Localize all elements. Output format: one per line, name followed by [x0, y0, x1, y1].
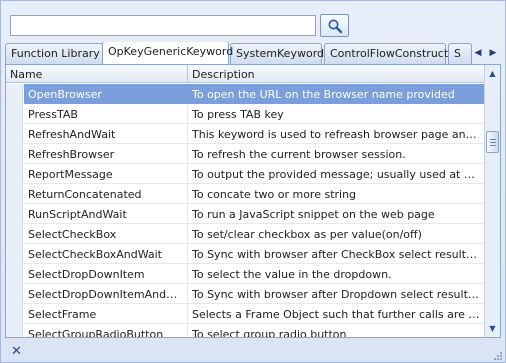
row-indicator	[6, 104, 23, 124]
row-indicator	[6, 204, 23, 224]
cell-name: SelectCheckBox	[24, 224, 188, 244]
scroll-up-icon[interactable]: ▲	[486, 66, 499, 80]
tab-scroll-left-icon[interactable]: ◀	[472, 46, 484, 60]
cell-name: SelectCheckBoxAndWait	[24, 244, 188, 264]
cell-name: RefreshAndWait	[24, 124, 188, 144]
table-row[interactable]: SelectDropDownItemAndWait To Sync with br…	[6, 284, 484, 304]
row-indicator	[6, 144, 23, 164]
scroll-down-icon[interactable]: ▼	[486, 321, 499, 335]
cell-description: To run a JavaScript snippet on the web p…	[192, 208, 435, 221]
row-indicator	[6, 324, 23, 337]
search-icon	[328, 19, 342, 33]
grid-header: Name Description	[6, 65, 484, 83]
cell-description: To Sync with browser after CheckBox sele…	[192, 248, 484, 261]
table-row[interactable]: ReportMessage To output the provided mess…	[6, 164, 484, 184]
vertical-scrollbar[interactable]: ▲ ▼	[484, 65, 500, 337]
table-row[interactable]: OpenBrowser To open the URL on the Browse…	[6, 84, 484, 104]
cell-name: ReturnConcatenated	[24, 184, 188, 204]
tab-opkey-generic-keyword[interactable]: OpKeyGenericKeyword	[102, 42, 233, 64]
tab-scroll-right-icon[interactable]: ▶	[487, 46, 499, 60]
row-indicator	[6, 124, 23, 144]
cell-description: To Sync with browser after Dropdown sele…	[192, 288, 484, 301]
cell-name: OpenBrowser	[24, 84, 188, 104]
table-row[interactable]: SelectCheckBox To set/clear checkbox as p…	[6, 224, 484, 244]
cell-name: RefreshBrowser	[24, 144, 188, 164]
search-button[interactable]	[320, 14, 349, 37]
table-row[interactable]: RefreshBrowser To refresh the current bro…	[6, 144, 484, 164]
table-row[interactable]: RunScriptAndWait To run a JavaScript snip…	[6, 204, 484, 224]
row-indicator	[6, 244, 23, 264]
keyword-grid: Name Description OpenBrowser To open the …	[5, 64, 501, 338]
cell-description: To press TAB key	[192, 108, 284, 121]
cell-description: To concate two or more string	[192, 188, 357, 201]
cell-description: To output the provided message; usually …	[192, 168, 484, 181]
table-row[interactable]: PressTAB To press TAB key	[6, 104, 484, 124]
cell-description: To select the value in the dropdown.	[192, 268, 392, 281]
cell-description: To select group radio button	[192, 328, 347, 338]
search-input[interactable]	[10, 15, 316, 36]
row-indicator	[6, 284, 23, 304]
cell-description: To refresh the current browser session.	[192, 148, 406, 161]
cell-name: SelectDropDownItemAndWait	[24, 284, 188, 304]
cell-description: To set/clear checkbox as per value(on/of…	[192, 228, 422, 241]
tab-control-flow-construct[interactable]: ControlFlowConstruct	[324, 43, 448, 64]
tab-system-keyword[interactable]: SystemKeyword	[230, 43, 324, 64]
close-icon[interactable]: ✕	[11, 344, 22, 359]
cell-name: SelectDropDownItem	[24, 264, 188, 284]
column-header-name[interactable]: Name	[6, 65, 188, 83]
cell-name: PressTAB	[24, 104, 188, 124]
cell-name: SelectFrame	[24, 304, 188, 324]
table-row[interactable]: SelectDropDownItem To select the value in…	[6, 264, 484, 284]
row-indicator	[6, 164, 23, 184]
table-row[interactable]: ReturnConcatenated To concate two or more…	[6, 184, 484, 204]
table-row[interactable]: SelectCheckBoxAndWait To Sync with browse…	[6, 244, 484, 264]
tab-function-library[interactable]: Function Library	[5, 43, 103, 64]
status-bar: ✕	[1, 339, 505, 363]
row-indicator	[6, 184, 23, 204]
resize-grip-icon[interactable]	[492, 350, 502, 360]
row-indicator	[6, 224, 23, 244]
tab-overflow[interactable]: S	[448, 43, 472, 64]
table-row[interactable]: RefreshAndWait This keyword is used to re…	[6, 124, 484, 144]
grid-rows: OpenBrowser To open the URL on the Browse…	[6, 84, 484, 338]
table-row[interactable]: SelectGroupRadioButton To select group ra…	[6, 324, 484, 338]
row-indicator	[6, 84, 23, 104]
cell-name: SelectGroupRadioButton	[24, 324, 188, 337]
cell-description: To open the URL on the Browser name prov…	[188, 84, 484, 104]
cell-description: This keyword is used to refreash browser…	[192, 128, 484, 141]
column-header-description[interactable]: Description	[188, 65, 484, 83]
row-indicator	[6, 264, 23, 284]
row-indicator	[6, 304, 23, 324]
table-row[interactable]: SelectFrame Selects a Frame Object such t…	[6, 304, 484, 324]
cell-description: Selects a Frame Object such that further…	[192, 308, 484, 321]
cell-name: ReportMessage	[24, 164, 188, 184]
tab-strip: Function Library OpKeyGenericKeyword Sys…	[5, 42, 503, 64]
scroll-thumb[interactable]	[486, 131, 499, 153]
cell-name: RunScriptAndWait	[24, 204, 188, 224]
keyword-picker-window: Function Library OpKeyGenericKeyword Sys…	[0, 0, 506, 363]
